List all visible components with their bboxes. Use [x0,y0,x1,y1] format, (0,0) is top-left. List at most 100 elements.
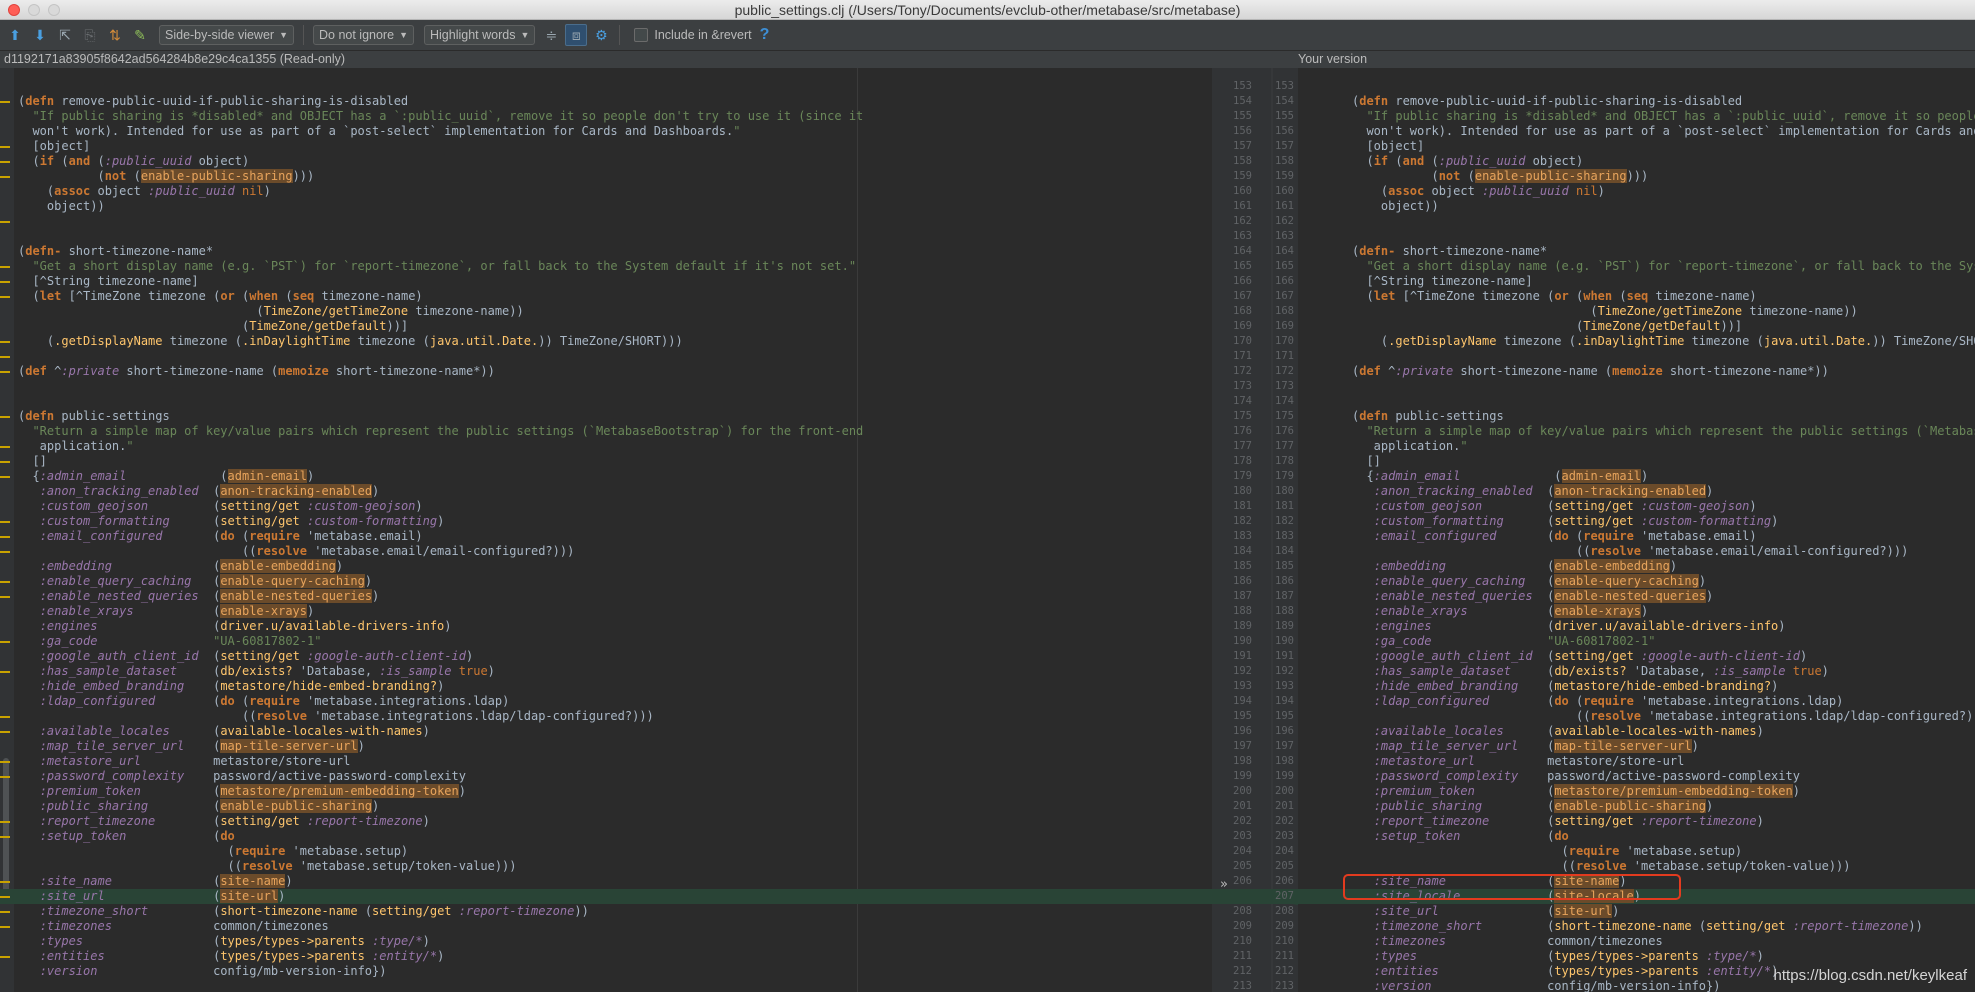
code-line: ((resolve 'metabase.setup/token-value))) [0,859,1212,874]
code-line: :has_sample_dataset (db/exists? 'Databas… [1298,664,1975,679]
code-line-text: :setup_token (do [1373,829,1569,843]
line-number-row: 171 171 [1212,349,1298,364]
code-line: application." [1298,439,1975,454]
sync-scroll-toggle-icon[interactable]: ⧈ [565,24,588,46]
line-number-row: 205 205 [1212,859,1298,874]
left-line-number: 197 [1233,740,1252,752]
line-number-row: 199 199 [1212,769,1298,784]
settings-gear-icon[interactable]: ⚙ [590,24,612,46]
code-line-text: :enable_nested_queries (enable-nested-qu… [1373,589,1714,603]
diff-divider: 153 153 154 154 155 155 156 156 157 157 158 158 159 1… [1212,68,1298,992]
chevron-down-icon: ▼ [520,30,530,40]
code-line: :available_locales (available-locales-wi… [1298,724,1975,739]
code-line: :anon_tracking_enabled (anon-tracking-en… [1298,484,1975,499]
left-line-number: 154 [1233,95,1252,107]
code-line-text: (.getDisplayName timezone (.inDaylightTi… [18,334,683,348]
line-number-row: 158 158 [1212,154,1298,169]
ignore-whitespace-dropdown[interactable]: Do not ignore ▼ [313,25,414,45]
previous-difference-icon[interactable]: ⬆ [4,24,26,46]
right-line-number: 179 [1275,470,1294,482]
line-number-row: 163 163 [1212,229,1298,244]
line-number-row: 184 184 [1212,544,1298,559]
edit-source-icon[interactable]: ✎ [129,24,151,46]
change-marker [0,371,10,373]
code-line-text: :email_configured (do (require 'metabase… [39,529,423,543]
line-number-row: 168 168 [1212,304,1298,319]
code-line: (if (and (:public_uuid object) [0,154,1212,169]
change-marker [0,926,10,928]
compare-previous-file-icon[interactable]: ⎘ [79,24,101,46]
code-line-text: object)) [18,199,105,213]
line-number-row: 174 174 [1212,394,1298,409]
code-line-text: :enable_nested_queries (enable-nested-qu… [39,589,380,603]
close-window-button[interactable] [8,4,20,16]
code-line-text: :password_complexity password/active-pas… [1373,769,1800,783]
left-line-number: 181 [1233,500,1252,512]
next-difference-icon[interactable]: ⬇ [29,24,51,46]
right-editor-pane[interactable]: (defn remove-public-uuid-if-public-shari… [1298,68,1975,992]
include-in-revert-label: Include in &revert [654,28,752,42]
code-line: "Return a simple map of key/value pairs … [1298,424,1975,439]
include-in-revert-checkbox[interactable] [634,28,649,42]
line-number-row: 161 161 [1212,199,1298,214]
line-number-row: 160 160 [1212,184,1298,199]
left-line-number: 179 [1233,470,1252,482]
line-number-row: 172 172 [1212,364,1298,379]
code-line-text: "Return a simple map of key/value pairs … [32,424,864,438]
right-line-number: 153 [1275,80,1294,92]
code-line: :map_tile_server_url (map-tile-server-ur… [1298,739,1975,754]
line-number-row: 156 156 [1212,124,1298,139]
right-line-number: 159 [1275,170,1294,182]
change-marker [0,101,10,103]
line-number-row: 203 203 [1212,829,1298,844]
code-line-text: ((resolve 'metabase.email/email-configur… [18,544,575,558]
highlight-mode-dropdown[interactable]: Highlight words ▼ [423,25,536,45]
ignore-mode-label: Do not ignore [319,28,395,42]
code-line: :engines (driver.u/available-drivers-inf… [0,619,1212,634]
right-line-number: 166 [1275,275,1294,287]
code-line-text: (if (and (:public_uuid object) [18,154,250,168]
code-line: :ldap_configured (do (require 'metabase.… [1298,694,1975,709]
code-line: "Return a simple map of key/value pairs … [0,424,1212,439]
code-line: (defn remove-public-uuid-if-public-shari… [0,94,1212,109]
help-button[interactable]: ? [760,26,770,44]
right-line-number: 192 [1275,665,1294,677]
viewer-mode-dropdown[interactable]: Side-by-side viewer ▼ [159,25,294,45]
code-line-text: ((resolve 'metabase.integrations.ldap/ld… [1352,709,1975,723]
left-line-number: 160 [1233,185,1252,197]
code-line-text: :engines (driver.u/available-drivers-inf… [39,619,452,633]
code-line [0,349,1212,364]
collapse-unchanged-icon[interactable]: ≑ [540,24,562,46]
code-line-text: :ga_code "UA-60817802-1" [1373,634,1656,648]
code-line: [^String timezone-name] [0,274,1212,289]
code-line-text: :password_complexity password/active-pas… [39,769,466,783]
code-line: :timezones common/timezones [1298,934,1975,949]
maximize-window-button[interactable] [48,4,60,16]
right-line-number: 176 [1275,425,1294,437]
code-line: :ldap_configured (do (require 'metabase.… [0,694,1212,709]
code-line: won't work). Intended for use as part of… [1298,124,1975,139]
apply-change-arrow-icon[interactable]: » [1220,877,1228,892]
left-editor-pane[interactable]: (defn remove-public-uuid-if-public-shari… [0,68,1212,992]
highlight-mode-label: Highlight words [429,28,516,42]
code-line-text: :anon_tracking_enabled (anon-tracking-en… [39,484,380,498]
jump-to-source-icon[interactable]: ⇱ [54,24,76,46]
merge-icon[interactable]: ⇅ [104,24,126,46]
left-line-number: 165 [1233,260,1252,272]
code-line-text: (let [^TimeZone timezone (or (when (seq … [18,289,423,303]
left-line-number: 166 [1233,275,1252,287]
right-line-number: 157 [1275,140,1294,152]
code-line: (defn- short-timezone-name* [0,244,1212,259]
code-line-text: (defn- short-timezone-name* [1352,244,1548,258]
line-number-row: 162 162 [1212,214,1298,229]
left-line-number: 178 [1233,455,1252,467]
right-line-number: 213 [1275,980,1294,992]
line-number-row: 186 186 [1212,574,1298,589]
code-line-text: (not (enable-public-sharing))) [1352,169,1649,183]
left-line-number: 202 [1233,815,1252,827]
minimize-window-button[interactable] [28,4,40,16]
line-number-row: 159 159 [1212,169,1298,184]
line-number-row: 213 213 [1212,979,1298,992]
